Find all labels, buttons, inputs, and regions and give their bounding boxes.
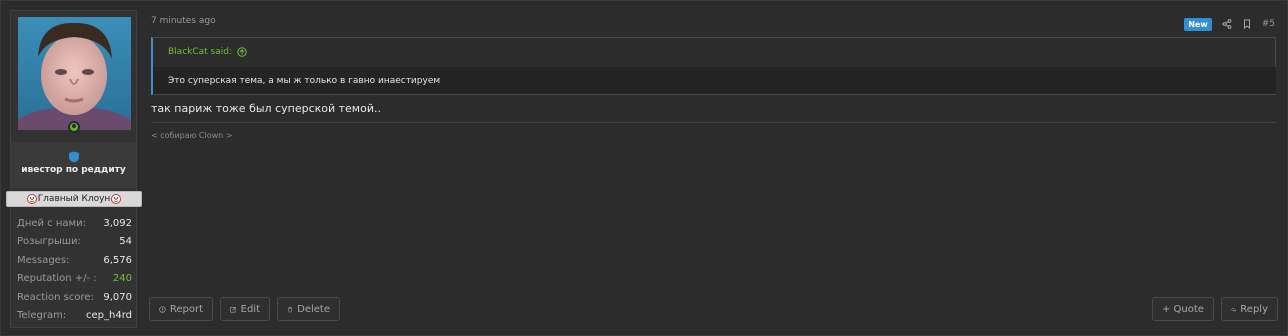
post-header-actions: New #5 [1184, 17, 1275, 31]
clown-icon [111, 194, 122, 204]
delete-label: Delete [297, 303, 330, 315]
clown-icon [26, 194, 37, 204]
stat-label: Дней с нами: [17, 217, 86, 229]
user-stats: Дней с нами: 3,092 Розыгрыши: 54 Message… [17, 214, 132, 325]
user-banner: Главный Клоун [6, 191, 142, 207]
quote-text: Это суперская тема, а мы ж только в гавн… [168, 75, 441, 86]
stat-value[interactable]: 54 [119, 236, 132, 247]
report-label: Report [169, 303, 203, 315]
report-button[interactable]: Report [149, 297, 213, 321]
shield-icon [69, 151, 79, 163]
stat-value: 9,070 [103, 291, 132, 303]
quote-header[interactable]: BlackCat said: [168, 45, 247, 59]
delete-button[interactable]: Delete [277, 297, 340, 321]
stat-row: Reputation +/- : 240 [17, 270, 132, 289]
post-timestamp[interactable]: 7 minutes ago [151, 16, 216, 26]
stat-label: Reaction score: [17, 291, 94, 303]
stat-row: Messages: 6,576 [17, 251, 132, 270]
user-banner-label: Главный Клоун [37, 194, 111, 204]
stat-value[interactable]: 6,576 [103, 255, 132, 266]
report-icon [159, 305, 166, 313]
stat-value: 240 [112, 273, 132, 285]
user-title-block: ивестор по реддиту [11, 142, 136, 188]
bookmark-icon[interactable] [1242, 19, 1252, 29]
edit-button[interactable]: Edit [220, 297, 270, 321]
user-title: ивестор по реддиту [21, 165, 126, 175]
quote-block: BlackCat said: Это суперская тема, а мы … [151, 37, 1276, 95]
edit-label: Edit [240, 303, 260, 315]
post-number-link[interactable]: #5 [1262, 19, 1275, 29]
stat-row: Reaction score: 9,070 [17, 288, 132, 307]
reply-icon [1231, 306, 1237, 312]
stat-value: 3,092 [103, 217, 132, 229]
user-info-panel: ивестор по реддиту Главный Клоун Дней с … [6, 10, 142, 328]
stat-row: Telegram: cep_h4rd [17, 307, 132, 326]
signature: < собираю Clown > [151, 131, 233, 140]
edit-icon [230, 306, 236, 313]
avatar[interactable] [18, 17, 131, 130]
stat-label: Messages: [17, 254, 70, 266]
message-body: так париж тоже был суперской темой.. [151, 102, 381, 115]
quote-button[interactable]: + Quote [1152, 297, 1214, 321]
quote-author[interactable]: BlackCat said: [168, 47, 232, 57]
trash-icon [288, 306, 293, 312]
share-icon[interactable] [1222, 19, 1232, 29]
arrow-up-circle-icon[interactable] [237, 47, 247, 57]
stat-label: Telegram: [17, 310, 67, 322]
stat-row: Дней с нами: 3,092 [17, 214, 132, 233]
reply-button[interactable]: Reply [1221, 297, 1278, 321]
stat-label: Розыгрыши: [17, 236, 81, 248]
stat-label: Reputation +/- : [17, 273, 97, 285]
stat-row: Розыгрыши: 54 [17, 233, 132, 252]
forum-post: ивестор по реддиту Главный Клоун Дней с … [0, 0, 1288, 336]
quote-label: + Quote [1162, 303, 1204, 315]
stat-value[interactable]: cep_h4rd [86, 310, 132, 321]
quote-content: Это суперская тема, а мы ж только в гавн… [153, 67, 1276, 94]
new-badge: New [1184, 17, 1212, 31]
reply-label: Reply [1240, 303, 1268, 315]
online-status-icon [68, 121, 80, 133]
signature-divider [151, 122, 1276, 123]
